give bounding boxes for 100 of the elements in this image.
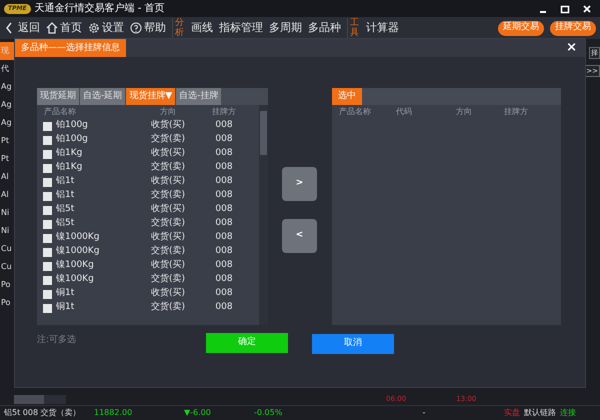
close-button[interactable]: × <box>558 39 585 57</box>
status-text: 实盘 <box>504 407 521 419</box>
party-cell-text: 008 <box>214 133 234 146</box>
checkbox[interactable] <box>43 206 52 214</box>
status-text: -0.05% <box>254 407 284 419</box>
table-row[interactable]: 铝1t 交货(卖) 008 <box>37 189 259 203</box>
checkbox[interactable] <box>43 136 52 144</box>
product-name: 铝1t <box>56 175 74 188</box>
product-name: 铝5t <box>56 217 74 230</box>
list-label: Al <box>0 171 10 183</box>
list-label: Ag <box>0 99 13 111</box>
product-name: 镍1000Kg <box>56 245 100 258</box>
list-label: Ni <box>0 207 10 219</box>
column-header: 产品名称 <box>43 106 77 118</box>
list-label: Pt <box>0 135 10 147</box>
direction-cell-text: 收货(买) <box>150 119 186 132</box>
tab[interactable]: 自选-挂牌 <box>176 88 222 105</box>
product-name: 铜1t <box>56 287 74 300</box>
party-cell-text: 008 <box>214 147 234 160</box>
product-name: 铜1t <box>56 301 74 314</box>
move-button[interactable]: > <box>282 167 317 201</box>
hint-text: 注:可多选 <box>37 334 78 347</box>
product-name: 镍1000Kg <box>56 231 100 244</box>
party-cell-text: 008 <box>214 287 234 300</box>
table-row[interactable]: 镍1000Kg 收货(买) 008 <box>37 231 259 245</box>
checkbox[interactable] <box>43 248 52 256</box>
table-row[interactable]: 镍100Kg 交货(卖) 008 <box>37 273 259 287</box>
close-icon[interactable] <box>582 4 592 14</box>
direction-cell-text: 交货(卖) <box>150 217 186 230</box>
column-header: 挂牌方 <box>211 106 237 118</box>
list-label: Ni <box>0 225 10 237</box>
product-name: 铝5t <box>56 203 74 216</box>
status-text: - <box>422 407 426 419</box>
list-label: Po <box>0 279 12 291</box>
direction-cell-text: 交货(卖) <box>150 161 186 174</box>
toolbar-button[interactable]: 画线 <box>191 20 213 36</box>
vertical-scrollbar[interactable] <box>259 105 268 325</box>
list-label: Ag <box>0 81 13 93</box>
toolbar-button[interactable]: 返回 <box>4 20 40 36</box>
toolbar-button[interactable]: 多周期 <box>269 20 302 36</box>
party-cell-text: 008 <box>214 175 234 188</box>
table-row[interactable]: 铝5t 收货(买) 008 <box>37 203 259 217</box>
checkbox[interactable] <box>43 304 52 312</box>
toolbar-button[interactable]: 设置 <box>88 20 124 36</box>
product-name: 铂1Kg <box>56 161 82 174</box>
cancel-button[interactable]: 取消 <box>312 334 394 354</box>
toolbar-button[interactable]: 首页 <box>46 20 82 36</box>
toolbar-button[interactable]: 多品种 <box>308 20 341 36</box>
table-row[interactable]: 铝5t 交货(卖) 008 <box>37 217 259 231</box>
table-row[interactable]: 铂100g 交货(卖) 008 <box>37 133 259 147</box>
table-row[interactable]: 铂100g 收货(买) 008 <box>37 119 259 133</box>
party-cell-text: 008 <box>214 231 234 244</box>
table-row[interactable]: 镍1000Kg 交货(卖) 008 <box>37 245 259 259</box>
toolbar-button[interactable]: 计算器 <box>366 20 399 36</box>
checkbox[interactable] <box>43 150 52 158</box>
list-label: Cu <box>0 243 13 255</box>
window-title: 天通金行情交易客户端 - 首页 <box>34 2 166 16</box>
dialog-title: 多品种——选择挂牌信息 <box>15 39 126 57</box>
checkbox[interactable] <box>43 178 52 186</box>
table-row[interactable]: 铜1t 收货(买) 008 <box>37 287 259 301</box>
product-name: 铝1t <box>56 189 74 202</box>
maximize-icon[interactable] <box>560 4 570 14</box>
direction-cell-text: 交货(卖) <box>150 301 186 314</box>
table-row[interactable]: 铝1t 收货(买) 008 <box>37 175 259 189</box>
toolbar-button[interactable]: 帮助 <box>130 20 166 36</box>
panel-title: 选中 <box>332 88 362 105</box>
table-row[interactable]: 镍100Kg 收货(买) 008 <box>37 259 259 273</box>
party-cell-text: 008 <box>214 259 234 272</box>
column-header: 挂牌方 <box>504 106 529 118</box>
list-label: Cu <box>0 261 13 273</box>
party-cell-text: 008 <box>214 301 234 314</box>
toolbar-button[interactable]: 指标管理 <box>219 20 263 36</box>
product-name: 镍100Kg <box>56 273 94 286</box>
list-label: 现 <box>0 42 14 60</box>
table-row[interactable]: 铂1Kg 交货(卖) 008 <box>37 161 259 175</box>
checkbox[interactable] <box>43 262 52 270</box>
party-cell-text: 008 <box>214 203 234 216</box>
list-label: 代 <box>0 63 10 75</box>
checkbox[interactable] <box>43 122 52 130</box>
table-row[interactable]: 铜1t 交货(卖) 008 <box>37 301 259 315</box>
checkbox[interactable] <box>43 276 52 284</box>
checkbox[interactable] <box>43 290 52 298</box>
move-button[interactable]: < <box>282 219 317 253</box>
list-label: Po <box>0 297 12 309</box>
checkbox[interactable] <box>43 220 52 228</box>
direction-cell-text: 交货(卖) <box>150 273 186 286</box>
settings-icon <box>88 22 100 34</box>
checkbox[interactable] <box>43 192 52 200</box>
product-name: 铂100g <box>56 133 88 146</box>
horizontal-scrollbar[interactable] <box>14 395 66 404</box>
tab[interactable]: 现货延期 <box>37 88 79 105</box>
checkbox[interactable] <box>43 234 52 242</box>
tab[interactable]: 自选-延期 <box>80 88 126 105</box>
party-cell-text: 008 <box>214 161 234 174</box>
status-text: 连接 <box>560 407 577 419</box>
table-row[interactable]: 铂1Kg 收货(买) 008 <box>37 147 259 161</box>
party-cell-text: 008 <box>214 217 234 230</box>
direction-cell-text: 收货(买) <box>150 287 186 300</box>
status-text: ▼-6.00 <box>184 407 212 419</box>
checkbox[interactable] <box>43 164 52 172</box>
